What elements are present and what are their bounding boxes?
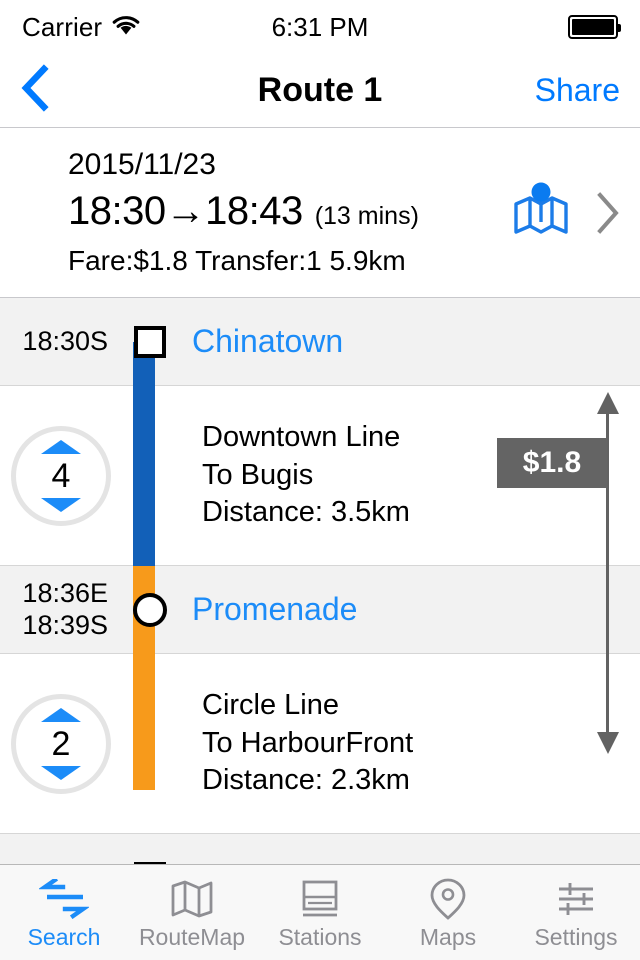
triangle-down-icon[interactable] bbox=[41, 765, 81, 780]
stops-count: 2 bbox=[51, 724, 71, 763]
segment-line-name: Downtown Line bbox=[202, 421, 401, 454]
segment-distance: Distance: 2.3km bbox=[202, 764, 410, 797]
segment-direction: To HarbourFront bbox=[202, 726, 414, 759]
terminal-square-marker bbox=[134, 325, 166, 358]
tab-bar: Search RouteMap Stations Maps Settings bbox=[0, 864, 640, 960]
station-times: 18:36E 18:39S bbox=[0, 578, 122, 642]
navigation-bar: Route 1 Share bbox=[0, 54, 640, 128]
station-row[interactable]: 18:36E 18:39S Promenade bbox=[0, 566, 640, 654]
train-card-icon bbox=[298, 878, 342, 920]
carrier-label: Carrier bbox=[22, 11, 103, 42]
segment-direction: To Bugis bbox=[202, 458, 314, 491]
stops-stepper[interactable]: 4 bbox=[0, 425, 122, 526]
station-times: 18:30S bbox=[0, 326, 122, 358]
station-name[interactable]: Stadium bbox=[178, 859, 309, 864]
status-bar-left: Carrier bbox=[22, 12, 141, 43]
station-arrival-time: 18:36E bbox=[22, 577, 108, 608]
status-bar: Carrier 6:31 PM bbox=[0, 0, 640, 54]
station-name[interactable]: Chinatown bbox=[178, 323, 343, 360]
route-fare-details: Fare:$1.8 Transfer:1 5.9km bbox=[68, 245, 406, 277]
stops-stepper[interactable]: 2 bbox=[0, 693, 122, 794]
route-detail-list: 18:30S Chinatown 4 Downtown Line To Bugi… bbox=[0, 298, 640, 864]
station-name[interactable]: Promenade bbox=[178, 591, 357, 628]
fare-badge: $1.8 bbox=[497, 438, 607, 488]
segment-info: Circle Line To HarbourFront Distance: 2.… bbox=[178, 687, 413, 799]
map-pin-icon[interactable] bbox=[510, 182, 572, 244]
station-time: 18:30S bbox=[22, 325, 108, 356]
back-button[interactable] bbox=[20, 63, 64, 119]
wifi-icon bbox=[111, 14, 141, 41]
tab-label: Stations bbox=[278, 924, 362, 950]
station-row[interactable]: 18:30S Chinatown bbox=[0, 298, 640, 386]
stops-count: 4 bbox=[51, 456, 71, 495]
chevron-left-icon bbox=[20, 64, 50, 117]
route-time-row: 18:30→18:43 (13 mins) bbox=[68, 187, 510, 235]
route-date: 2015/11/23 bbox=[68, 148, 216, 182]
tab-label: Search bbox=[27, 924, 101, 950]
triangle-up-icon[interactable] bbox=[41, 439, 81, 454]
sliders-icon bbox=[554, 878, 598, 920]
route-summary-card[interactable]: 2015/11/23 18:30→18:43 (13 mins) Fare:$1… bbox=[0, 128, 640, 298]
tab-search[interactable]: Search bbox=[0, 865, 128, 960]
tab-routemap[interactable]: RouteMap bbox=[128, 865, 256, 960]
stops-stepper-circle[interactable]: 4 bbox=[11, 425, 111, 526]
transfer-circle-marker bbox=[133, 592, 167, 627]
battery-fill bbox=[572, 19, 614, 35]
terminal-square-marker bbox=[134, 861, 166, 864]
chevron-right-icon[interactable] bbox=[594, 189, 622, 237]
stops-stepper-circle[interactable]: 2 bbox=[11, 693, 111, 794]
folded-map-icon bbox=[170, 878, 214, 920]
share-button[interactable]: Share bbox=[535, 72, 620, 109]
transfer-arrows-icon bbox=[39, 878, 89, 920]
station-row[interactable]: 18:43E Stadium bbox=[0, 834, 640, 864]
station-times: 18:43E bbox=[0, 862, 122, 864]
tab-stations[interactable]: Stations bbox=[256, 865, 384, 960]
segment-line-name: Circle Line bbox=[202, 689, 339, 722]
station-departure-time: 18:39S bbox=[22, 609, 108, 640]
tab-maps[interactable]: Maps bbox=[384, 865, 512, 960]
route-time-range: 18:30→18:43 bbox=[68, 189, 303, 234]
battery-icon bbox=[568, 15, 621, 39]
map-pin-outline-icon bbox=[428, 878, 468, 920]
triangle-down-icon[interactable] bbox=[41, 497, 81, 512]
station-marker bbox=[122, 834, 178, 864]
status-bar-right bbox=[568, 15, 621, 39]
battery-nub bbox=[618, 24, 621, 32]
segment-info: Downtown Line To Bugis Distance: 3.5km bbox=[178, 419, 410, 531]
line-segment-downtown bbox=[133, 342, 155, 566]
tab-label: Maps bbox=[419, 924, 477, 950]
arrow-head-down-icon bbox=[597, 732, 619, 754]
tab-label: RouteMap bbox=[138, 924, 246, 950]
route-summary-text: 2015/11/23 18:30→18:43 (13 mins) Fare:$1… bbox=[68, 145, 510, 280]
triangle-up-icon[interactable] bbox=[41, 707, 81, 722]
segment-distance: Distance: 3.5km bbox=[202, 496, 410, 529]
route-duration: (13 mins) bbox=[314, 202, 419, 231]
app-root: Carrier 6:31 PM Route 1 Share 2015/11/23… bbox=[0, 0, 640, 960]
tab-label: Settings bbox=[534, 924, 618, 950]
station-time: 18:43E bbox=[22, 862, 108, 864]
tab-settings[interactable]: Settings bbox=[512, 865, 640, 960]
segment-row[interactable]: 2 Circle Line To HarbourFront Distance: … bbox=[0, 654, 640, 834]
